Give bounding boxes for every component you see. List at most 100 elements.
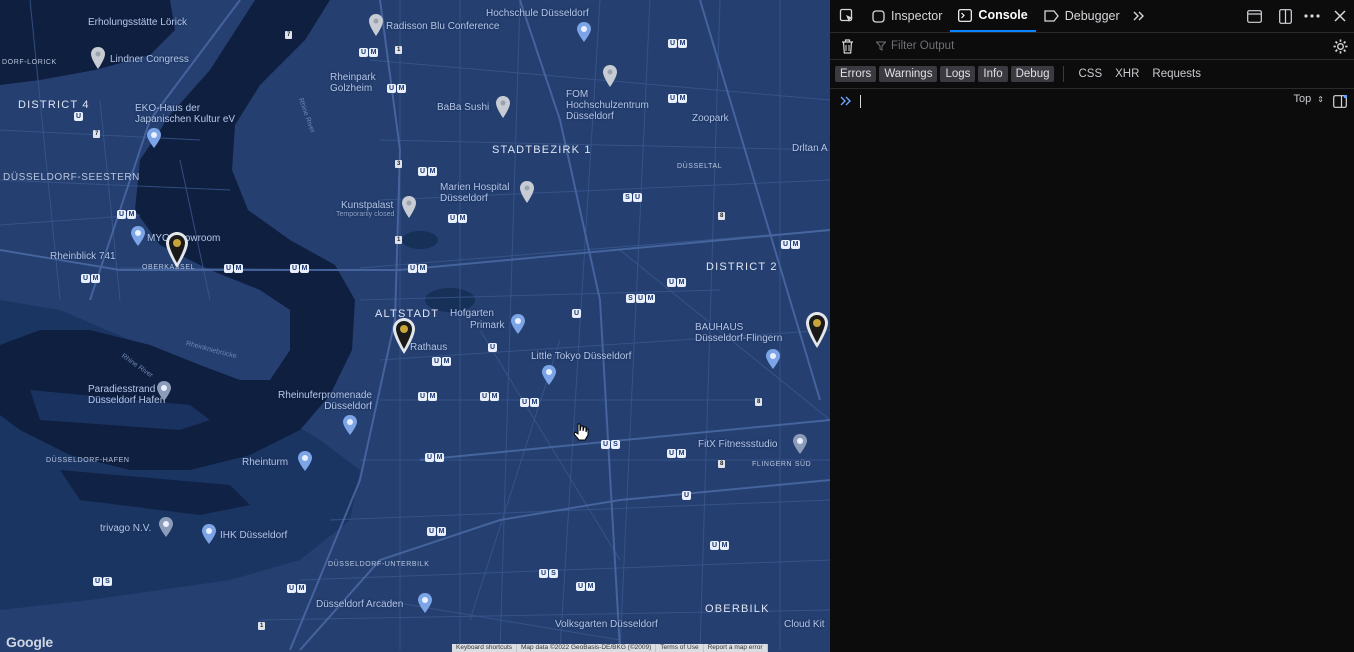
more-tabs-button[interactable] [1128,0,1150,32]
transit-icon[interactable]: UM [287,584,306,593]
filter-css-button[interactable]: CSS [1073,66,1107,82]
poi-bubble-icon[interactable] [418,593,432,613]
place-pin-icon[interactable] [603,65,617,87]
map-view[interactable]: DISTRICT 4 STADTBEZIRK 1 DISTRICT 2 ALTS… [0,0,830,652]
sidebar-toggle-button[interactable] [1330,91,1350,111]
transit-icon[interactable]: UM [448,214,467,223]
poi-ihk[interactable]: IHK Düsseldorf [220,530,287,541]
transit-icon[interactable]: UM [387,84,406,93]
terms-of-use-link[interactable]: Terms of Use [656,644,704,652]
poi-bubble-icon[interactable] [577,22,591,42]
poi-bubble-icon[interactable] [131,226,145,246]
place-pin-icon[interactable] [369,14,383,36]
poi-bubble-icon[interactable] [766,349,780,369]
console-input[interactable]: Top ⇕ [830,89,1354,113]
transit-icon[interactable]: UM [418,167,437,176]
place-pin-icon[interactable] [496,96,510,118]
poi-rheinpark[interactable]: Rheinpark Golzheim [330,72,390,94]
poi-marien[interactable]: Marien Hospital Düsseldorf [440,182,520,204]
place-pin-icon[interactable] [520,181,534,203]
tab-inspector[interactable]: Inspector [864,0,950,32]
poi-rheinturm[interactable]: Rheinturm [242,457,288,468]
transit-icon[interactable]: U [682,491,691,500]
transit-icon[interactable]: SU [623,193,642,202]
transit-icon[interactable]: UM [668,94,687,103]
poi-bubble-icon[interactable] [202,524,216,544]
transit-icon[interactable]: UM [667,278,686,287]
filter-info-button[interactable]: Info [978,66,1008,82]
transit-icon[interactable]: U [488,343,497,352]
filter-debug-button[interactable]: Debug [1010,66,1055,82]
tab-debugger[interactable]: Debugger [1036,0,1128,32]
transit-icon[interactable]: UM [668,39,687,48]
transit-icon[interactable]: UM [408,264,427,273]
poi-hochschule[interactable]: Hochschule Düsseldorf [486,8,589,19]
poi-primark[interactable]: Primark [470,320,504,331]
transit-icon[interactable]: UM [781,240,800,249]
transit-icon[interactable]: US [539,569,558,578]
filter-requests-button[interactable]: Requests [1147,66,1206,82]
transit-icon[interactable]: UM [432,357,451,366]
poi-erholungsstaette[interactable]: Erholungsstätte Lörick [88,17,187,28]
poi-arcaden[interactable]: Düsseldorf Arcaden [316,599,403,610]
transit-icon[interactable]: UM [117,210,136,219]
filter-output-input[interactable]: Filter Output [876,40,954,52]
poi-bubble-icon[interactable] [298,451,312,471]
poi-trivago[interactable]: trivago N.V. [100,523,151,534]
filter-errors-button[interactable]: Errors [835,66,877,82]
poi-volksgarten[interactable]: Volksgarten Düsseldorf [555,619,658,630]
poi-bubble-icon[interactable] [157,381,171,401]
transit-icon[interactable]: UM [427,527,446,536]
poi-bauhaus[interactable]: BAUHAUS Düsseldorf-Flingern [695,322,795,344]
custom-marker-icon[interactable] [806,312,828,348]
transit-icon[interactable]: UM [520,398,539,407]
report-map-error-link[interactable]: Report a map error [703,644,768,652]
transit-icon[interactable]: UM [480,392,499,401]
google-logo[interactable]: Google [6,634,53,650]
poi-fom[interactable]: FOM Hochschulzentrum Düsseldorf [566,89,666,122]
transit-icon[interactable]: UM [359,48,378,57]
poi-bubble-icon[interactable] [343,415,357,435]
transit-icon[interactable]: SUM [626,294,655,303]
filter-warnings-button[interactable]: Warnings [879,66,938,82]
custom-marker-icon[interactable] [393,318,415,354]
close-devtools-button[interactable] [1326,0,1354,32]
poi-bubble-icon[interactable] [793,434,807,454]
poi-radisson[interactable]: Radisson Blu Conference [386,21,499,32]
tab-console[interactable]: Console [950,0,1036,32]
place-pin-icon[interactable] [402,196,416,218]
filter-logs-button[interactable]: Logs [940,66,976,82]
transit-icon[interactable]: U [74,112,83,121]
transit-icon[interactable]: UM [224,264,243,273]
poi-bubble-icon[interactable] [147,128,161,148]
poi-drltan[interactable]: Drltan A [792,143,828,154]
poi-fitx[interactable]: FitX Fitnessstudio [698,439,777,450]
context-selector[interactable]: Top ⇕ [1293,93,1324,105]
poi-rheinblick[interactable]: Rheinblick 741 [50,251,116,262]
poi-zoopark[interactable]: Zoopark [692,113,729,124]
console-settings-button[interactable] [1328,33,1352,59]
custom-marker-icon[interactable] [166,232,188,268]
transit-icon[interactable]: UM [667,449,686,458]
poi-cloudkit[interactable]: Cloud Kit [784,619,825,630]
poi-bubble-icon[interactable] [542,365,556,385]
clear-console-button[interactable] [834,33,860,59]
responsive-design-button[interactable] [1272,0,1298,32]
transit-icon[interactable]: U [572,309,581,318]
keyboard-shortcuts-link[interactable]: Keyboard shortcuts [452,644,518,652]
poi-bubble-icon[interactable] [159,517,173,537]
transit-icon[interactable]: US [93,577,112,586]
transit-icon[interactable]: UM [290,264,309,273]
more-options-button[interactable] [1298,0,1326,32]
poi-littletokyo[interactable]: Little Tokyo Düsseldorf [531,351,631,362]
transit-icon[interactable]: UM [576,582,595,591]
element-picker-button[interactable] [830,0,864,32]
place-pin-icon[interactable] [91,47,105,69]
poi-lindner[interactable]: Lindner Congress [110,54,189,65]
poi-kunstpalast[interactable]: Kunstpalast [341,200,393,211]
transit-icon[interactable]: UM [425,453,444,462]
transit-icon[interactable]: UM [81,274,100,283]
poi-rathaus[interactable]: Rathaus [410,342,447,353]
poi-bubble-icon[interactable] [511,314,525,334]
poi-rheinuferpromenade[interactable]: Rheinuferpromenade Düsseldorf [262,390,372,412]
